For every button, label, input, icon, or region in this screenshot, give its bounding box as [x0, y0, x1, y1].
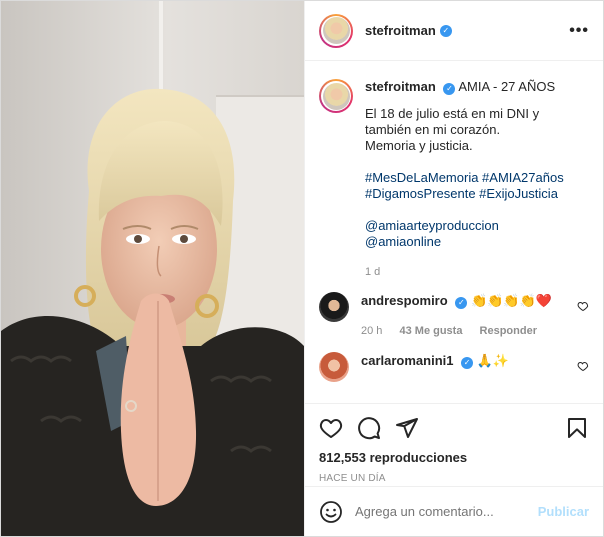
comment-username[interactable]: andrespomiro [361, 293, 448, 308]
verified-badge-icon: ✓ [443, 83, 456, 95]
hashtag-link[interactable]: #MesDeLaMemoria #AMIA27años [365, 170, 564, 186]
post-actions: 812,553 reproducciones HACE UN DÍA [305, 403, 603, 484]
caption-line: Memoria y justicia. [365, 138, 473, 153]
comment-avatar[interactable] [319, 292, 349, 322]
caption-username[interactable]: stefroitman [365, 79, 436, 94]
add-comment-bar: Publicar [305, 486, 603, 536]
emoji-smiley-icon[interactable] [319, 500, 343, 524]
avatar [322, 82, 350, 110]
caption-title: AMIA - 27 AÑOS [458, 79, 556, 94]
caption-avatar-ring[interactable] [319, 79, 353, 113]
comment-bubble-icon[interactable] [357, 416, 381, 440]
save-bookmark-icon[interactable] [565, 416, 589, 440]
share-paper-plane-icon[interactable] [395, 416, 419, 440]
comment-text: 🙏✨ [476, 353, 510, 368]
view-count[interactable]: 812,553 reproducciones [319, 450, 589, 465]
post-timestamp[interactable]: HACE UN DÍA [319, 473, 589, 484]
caption-line: El 18 de julio está en mi DNI y [365, 106, 540, 121]
publish-button[interactable]: Publicar [538, 504, 589, 519]
verified-badge-icon: ✓ [461, 357, 474, 369]
caption-line: también en mi corazón. [365, 122, 501, 137]
comment-meta: 20 h 43 Me gusta Responder [361, 322, 552, 340]
post-video[interactable] [1, 1, 304, 536]
comment: carlaromanini1 ✓ 🙏✨ [305, 340, 603, 382]
verified-badge-icon: ✓ [455, 297, 468, 309]
comment-like-heart-icon[interactable] [577, 300, 589, 312]
mention-link[interactable]: @amiaarteyproduccion [365, 218, 564, 234]
like-heart-icon[interactable] [319, 416, 343, 440]
post-header: stefroitman ✓ ••• [305, 1, 603, 61]
verified-badge-icon: ✓ [439, 24, 452, 37]
comment-text: 👏👏👏👏❤️ [470, 293, 552, 308]
mentions: @amiaarteyproduccion @amiaonline [365, 218, 564, 250]
comment-input[interactable] [355, 504, 538, 519]
comment-likes[interactable]: 43 Me gusta [399, 325, 462, 337]
mention-link[interactable]: @amiaonline [365, 234, 564, 250]
hashtag-link[interactable]: #DigamosPresente #ExijoJusticia [365, 186, 564, 202]
comment-like-heart-icon[interactable] [577, 360, 589, 372]
comment-avatar[interactable] [319, 352, 349, 382]
avatar [322, 17, 350, 44]
comment-username[interactable]: carlaromanini1 [361, 353, 454, 368]
video-frame [1, 1, 304, 536]
reply-button[interactable]: Responder [480, 325, 537, 337]
caption: stefroitman ✓ AMIA - 27 AÑOS El 18 de ju… [305, 61, 603, 280]
caption-title-line: stefroitman ✓ AMIA - 27 AÑOS [365, 79, 564, 95]
caption-age[interactable]: 1 d [365, 264, 564, 280]
hashtags: #MesDeLaMemoria #AMIA27años #DigamosPres… [365, 170, 564, 202]
comment: andrespomiro ✓ 👏👏👏👏❤️ 20 h 43 Me gusta R… [305, 280, 603, 340]
comment-time[interactable]: 20 h [361, 325, 382, 337]
comments-area[interactable]: stefroitman ✓ AMIA - 27 AÑOS El 18 de ju… [305, 61, 603, 403]
more-options-icon[interactable]: ••• [569, 22, 589, 40]
action-icons [319, 412, 589, 444]
profile-avatar-ring[interactable] [319, 13, 353, 48]
instagram-post: stefroitman ✓ ••• stefroitman ✓ AMIA - 2… [0, 0, 604, 537]
caption-text: El 18 de julio está en mi DNI y también … [365, 106, 564, 154]
post-details-panel: stefroitman ✓ ••• stefroitman ✓ AMIA - 2… [304, 1, 603, 536]
header-username[interactable]: stefroitman [365, 23, 436, 38]
